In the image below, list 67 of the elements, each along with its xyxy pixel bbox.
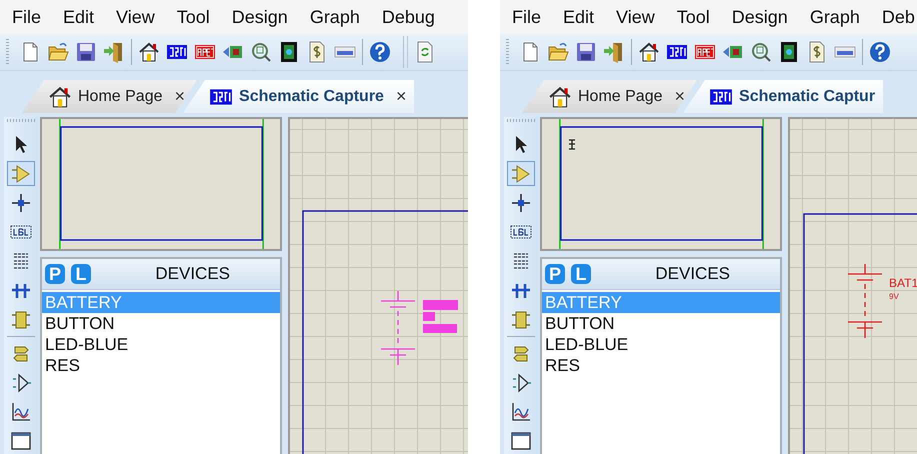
magnifier-circuit-icon[interactable] — [250, 41, 272, 63]
close-tab-button[interactable]: × — [390, 86, 406, 107]
device-list-item[interactable]: BUTTON — [542, 313, 780, 334]
document-circuit-icon[interactable] — [778, 41, 800, 63]
tab[interactable]: Home Page × — [522, 80, 698, 113]
menu-item[interactable]: File — [1, 6, 52, 28]
menu-item[interactable]: Edit — [552, 6, 606, 28]
open-folder-icon[interactable] — [547, 41, 569, 63]
menu-item[interactable]: Design — [720, 6, 799, 28]
component-value: 9V — [889, 292, 899, 301]
graph-icon — [10, 401, 32, 424]
menu-item[interactable]: Tool — [666, 6, 721, 28]
close-tab-button[interactable]: × — [168, 86, 186, 107]
menu-item[interactable]: Graph — [298, 6, 371, 28]
toolbar-grip[interactable] — [506, 39, 509, 65]
document-circuit-icon[interactable] — [278, 41, 300, 63]
home-icon — [548, 84, 572, 108]
pick-devices-button[interactable]: P — [45, 264, 65, 284]
pin-icon — [510, 372, 532, 394]
home-icon[interactable] — [138, 41, 160, 63]
exit-door-icon[interactable] — [103, 41, 125, 63]
subcircuit-icon — [510, 308, 532, 331]
menu-item[interactable]: Debug — [370, 6, 446, 28]
menu-item[interactable]: Design — [220, 6, 299, 28]
amplifier-icon — [10, 162, 32, 185]
device-list-item[interactable]: BUTTON — [42, 313, 280, 334]
tab[interactable]: Schematic Capture × — [183, 80, 414, 113]
save-icon[interactable] — [575, 41, 597, 63]
close-tab-button[interactable]: × — [668, 86, 686, 107]
amplifier-icon — [510, 162, 532, 185]
junction-icon — [510, 192, 532, 214]
home-icon — [48, 84, 72, 108]
panel-title: DEVICES — [155, 264, 230, 284]
subcircuit-icon — [10, 308, 32, 331]
menu-item[interactable]: View — [605, 6, 666, 28]
graph-icon — [510, 401, 532, 424]
overview-window[interactable] — [40, 117, 282, 251]
tab[interactable]: Home Page × — [22, 80, 198, 113]
window-icon — [10, 430, 32, 452]
pin-icon — [10, 372, 32, 394]
menu-item[interactable]: Tool — [166, 6, 221, 28]
device-list-item[interactable]: RES — [542, 355, 780, 376]
device-list-item[interactable]: RES — [42, 355, 280, 376]
toolbar-grip[interactable] — [6, 39, 9, 65]
save-icon[interactable] — [75, 41, 97, 63]
exit-door-icon[interactable] — [603, 41, 625, 63]
library-button[interactable]: L — [71, 264, 91, 284]
window-icon — [510, 430, 532, 452]
panel-title: DEVICES — [655, 264, 730, 284]
overview-window[interactable] — [540, 117, 782, 251]
device-list-item[interactable]: LED-BLUE — [542, 334, 780, 355]
menu-item[interactable]: File — [501, 6, 552, 28]
device-list-item[interactable]: LED-BLUE — [42, 334, 280, 355]
help-icon[interactable] — [869, 41, 891, 63]
menu-item[interactable]: Deb — [870, 6, 917, 28]
help-icon[interactable] — [369, 41, 391, 63]
junction-icon — [10, 192, 32, 214]
magnifier-circuit-icon[interactable] — [750, 41, 772, 63]
battery-symbol-drawing[interactable] — [847, 263, 883, 339]
home-icon[interactable] — [638, 41, 660, 63]
tab[interactable]: Schematic Captur — [683, 80, 884, 113]
open-folder-icon[interactable] — [47, 41, 69, 63]
menu-item[interactable]: Graph — [798, 6, 871, 28]
pick-devices-button[interactable]: P — [545, 264, 565, 284]
menu-item[interactable]: View — [105, 6, 166, 28]
library-button[interactable]: L — [571, 264, 591, 284]
menu-item[interactable]: Edit — [52, 6, 106, 28]
